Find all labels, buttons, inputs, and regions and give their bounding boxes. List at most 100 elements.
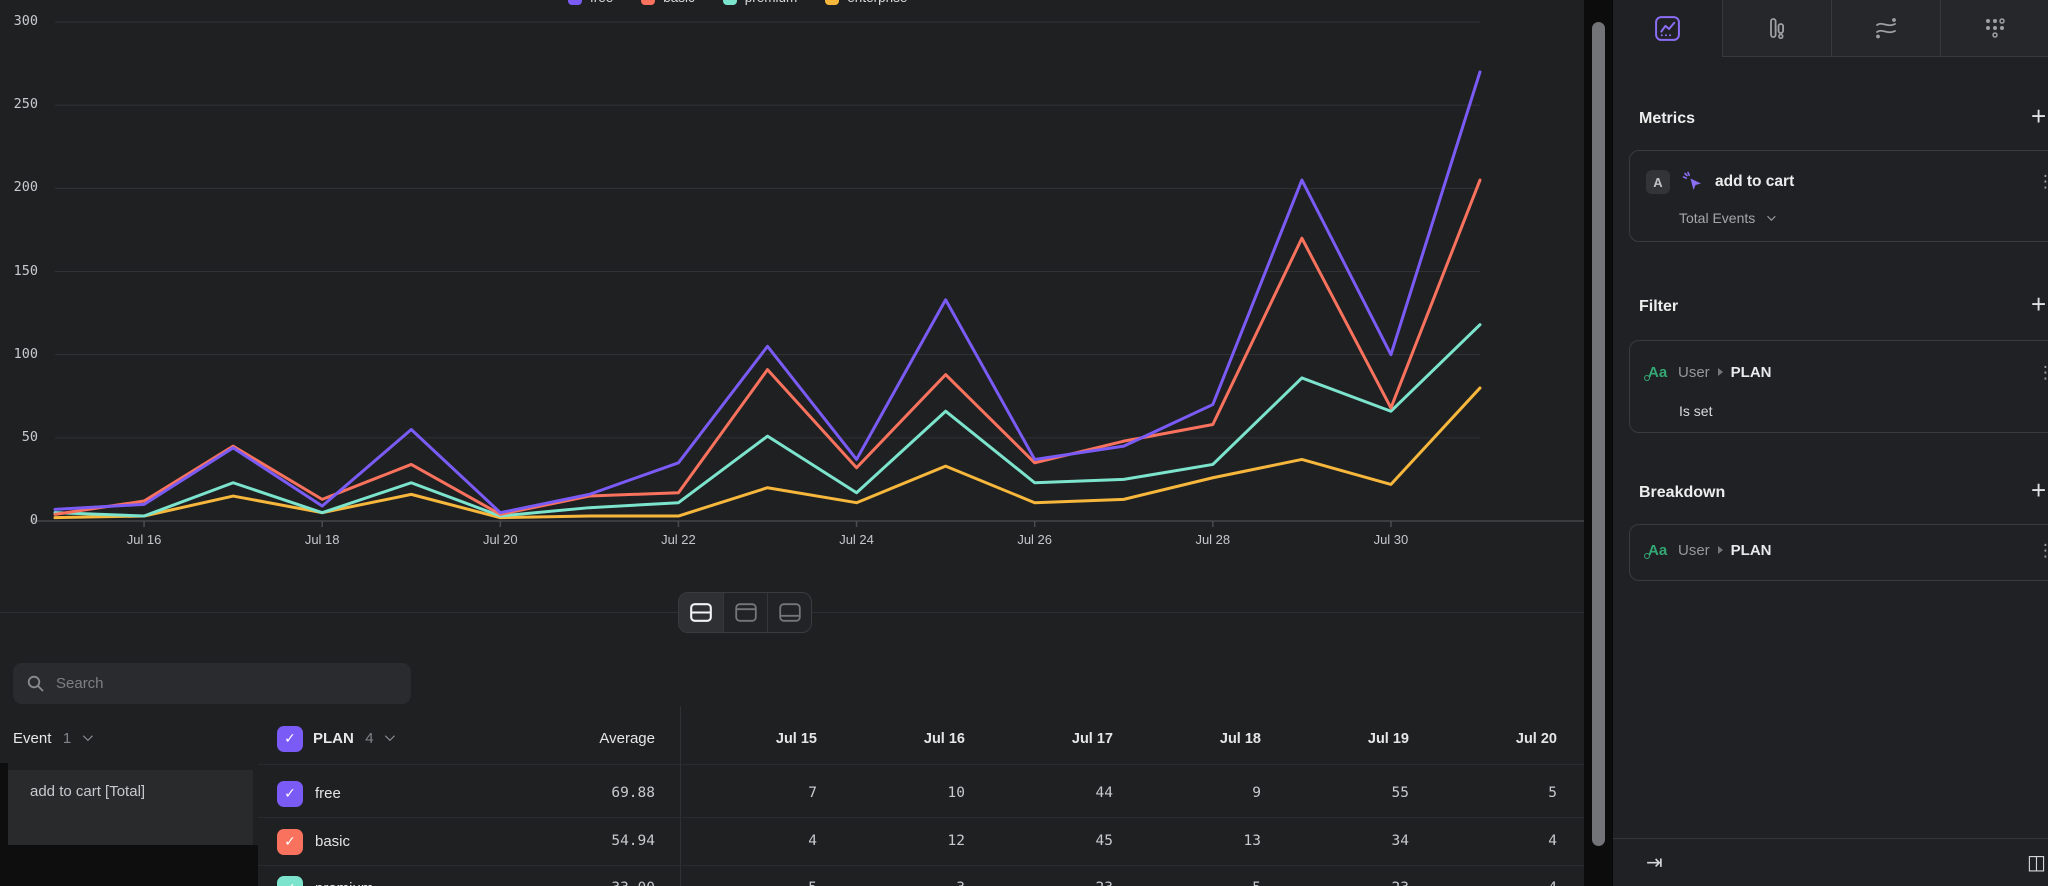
event-count: 1 — [63, 730, 71, 747]
average-column-header: Average — [525, 730, 655, 747]
tab-grid-dots[interactable] — [1940, 0, 2048, 57]
event-header-label: Event — [13, 730, 51, 747]
filter-operator[interactable]: Is set — [1679, 403, 1712, 419]
bottom-left-spacer — [0, 845, 258, 886]
breakdown-card[interactable]: Aa User PLAN ⋮ — [1629, 524, 2048, 581]
aggregation-label: Total Events — [1679, 210, 1755, 226]
breakdown-heading: Breakdown — [1639, 484, 1725, 502]
metric-card[interactable]: A add to cart ⋮ Total Events — [1629, 150, 2048, 242]
average-column-divider — [680, 706, 681, 886]
split-view-icon — [690, 603, 712, 622]
tab-flow-chart[interactable] — [1831, 0, 1940, 57]
breakdown-scope: User — [1678, 542, 1710, 559]
plan-select-all-checkbox[interactable]: ✓ — [277, 726, 303, 752]
filter-options-button[interactable]: ⋮ — [2037, 363, 2048, 383]
date-column-header: Jul 19 — [1279, 731, 1409, 747]
scrollbar-thumb[interactable] — [1592, 22, 1605, 846]
event-column-selector[interactable]: Event 1 — [13, 730, 90, 748]
row-group-cell: add to cart [Total] — [8, 770, 253, 845]
tab-bar-chart[interactable] — [1722, 0, 1831, 57]
cell-value: 10 — [835, 785, 965, 801]
date-column-header: Jul 18 — [1131, 731, 1261, 747]
cell-value: 34 — [1279, 833, 1409, 849]
cell-value: 12 — [835, 833, 965, 849]
check-icon: ✓ — [284, 786, 296, 802]
chart-table-view-toggle — [678, 592, 812, 633]
cell-value: 55 — [1279, 785, 1409, 801]
top-view-icon — [735, 603, 757, 622]
cell-value: 4 — [1427, 880, 1557, 886]
cell-value: 7 — [687, 785, 817, 801]
row-checkbox-basic[interactable]: ✓ — [277, 829, 303, 855]
cell-value: 44 — [983, 785, 1113, 801]
split-view-button[interactable] — [679, 593, 723, 632]
check-icon: ✓ — [284, 881, 296, 886]
add-breakdown-button[interactable]: + — [2031, 480, 2046, 500]
plan-header-label: PLAN — [313, 730, 354, 747]
row-label-premium: premium — [315, 880, 373, 886]
cell-value: 4 — [687, 833, 817, 849]
insights-report-screen: freebasicpremiumenterprise 0501001502002… — [0, 0, 2048, 886]
cell-value: 23 — [983, 880, 1113, 886]
search-input[interactable] — [54, 674, 397, 693]
row-checkbox-premium[interactable]: ✓ — [277, 876, 303, 886]
breakdown-property: PLAN — [1731, 542, 1772, 559]
x-tick-label: Jul 18 — [290, 532, 354, 547]
y-tick-label: 50 — [0, 429, 38, 445]
bottom-view-icon — [779, 603, 801, 622]
sidebar-footer-divider — [1613, 838, 2048, 839]
filter-property-breadcrumb: UserPLAN — [1678, 364, 1772, 381]
row-label-free: free — [315, 785, 341, 802]
collapse-sidebar-icon[interactable]: ⇥ — [1646, 850, 1663, 874]
chevron-down-icon — [385, 731, 395, 741]
y-tick-label: 250 — [0, 96, 38, 112]
date-column-header: Jul 16 — [835, 731, 965, 747]
chevron-down-icon — [83, 731, 93, 741]
average-value: 33.00 — [525, 880, 655, 886]
x-tick-label: Jul 22 — [646, 532, 710, 547]
add-filter-button[interactable]: + — [2031, 294, 2046, 314]
row-checkbox-free[interactable]: ✓ — [277, 781, 303, 807]
row-divider — [258, 817, 1584, 818]
metrics-heading: Metrics — [1639, 110, 1695, 128]
average-value: 69.88 — [525, 785, 655, 801]
x-tick-label: Jul 28 — [1181, 532, 1245, 547]
chevron-down-icon — [1767, 212, 1775, 220]
metric-options-button[interactable]: ⋮ — [2037, 172, 2048, 192]
line-chart-icon — [1654, 15, 1681, 42]
panel-layout-icon[interactable]: ◫ — [2027, 850, 2046, 874]
date-column-header: Jul 17 — [983, 731, 1113, 747]
y-tick-label: 200 — [0, 179, 38, 195]
query-builder-sidebar: Metrics + A add to cart ⋮ Total Events F… — [1612, 0, 2048, 886]
tab-line-chart[interactable] — [1613, 0, 1722, 57]
chart-only-view-button[interactable] — [723, 593, 767, 632]
average-value: 54.94 — [525, 833, 655, 849]
header-divider — [258, 764, 1584, 765]
cell-value: 23 — [1279, 880, 1409, 886]
breadcrumb-arrow-icon — [1718, 368, 1723, 376]
y-tick-label: 300 — [0, 13, 38, 29]
breakdown-options-button[interactable]: ⋮ — [2037, 541, 2048, 561]
date-column-header: Jul 20 — [1427, 731, 1557, 747]
x-tick-label: Jul 20 — [468, 532, 532, 547]
filter-card[interactable]: Aa UserPLAN ⋮ Is set — [1629, 340, 2048, 433]
metric-letter-badge: A — [1646, 170, 1670, 194]
row-group-label: add to cart [Total] — [8, 770, 253, 800]
aggregation-selector[interactable]: Total Events — [1679, 210, 1773, 228]
plan-column-selector[interactable]: PLAN 4 — [313, 730, 392, 748]
table-only-view-button[interactable] — [767, 593, 811, 632]
metric-event-name: add to cart — [1715, 173, 1794, 191]
text-property-icon: Aa — [1648, 542, 1667, 560]
check-icon: ✓ — [284, 731, 296, 747]
cell-value: 9 — [1131, 785, 1261, 801]
breakdown-property-breadcrumb: User PLAN — [1678, 542, 1772, 559]
add-metric-button[interactable]: + — [2031, 106, 2046, 126]
plan-count: 4 — [365, 730, 373, 747]
cell-value: 45 — [983, 833, 1113, 849]
y-tick-label: 100 — [0, 346, 38, 362]
event-click-icon — [1680, 169, 1706, 195]
row-label-basic: basic — [315, 833, 350, 850]
grid-dots-icon — [1982, 15, 2008, 41]
x-tick-label: Jul 16 — [112, 532, 176, 547]
filter-scope: User — [1678, 364, 1710, 381]
